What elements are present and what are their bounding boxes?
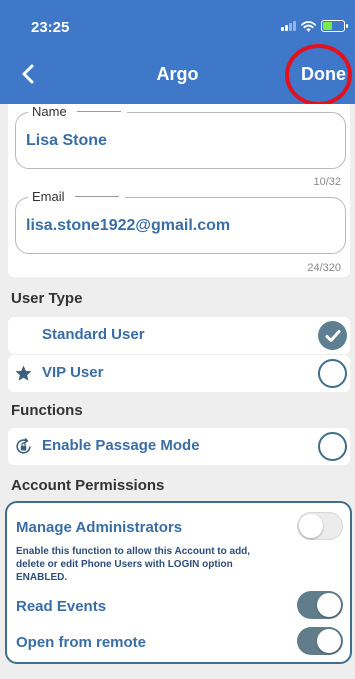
user-type-heading: User Type bbox=[11, 290, 83, 307]
radio-button[interactable] bbox=[318, 432, 347, 461]
read-events-toggle[interactable] bbox=[297, 591, 343, 619]
battery-icon bbox=[321, 20, 348, 32]
radio-button[interactable] bbox=[318, 359, 347, 388]
open-from-remote-label: Open from remote bbox=[16, 634, 147, 651]
name-input[interactable]: Lisa Stone bbox=[26, 132, 107, 150]
status-time: 23:25 bbox=[31, 19, 70, 36]
read-events-label: Read Events bbox=[16, 598, 107, 615]
toggle-knob bbox=[317, 629, 341, 653]
manage-administrators-description: Enable this function to allow this Accou… bbox=[16, 546, 251, 583]
email-char-counter: 24/320 bbox=[307, 262, 341, 274]
done-button[interactable]: Done bbox=[301, 64, 346, 85]
manage-administrators-label: Manage Administrators bbox=[16, 519, 183, 536]
account-permissions-panel: Manage Administrators Enable this functi… bbox=[5, 501, 352, 664]
name-char-counter: 10/32 bbox=[313, 176, 341, 188]
toggle-knob bbox=[299, 514, 323, 538]
cellular-signal-icon bbox=[281, 21, 296, 31]
email-field[interactable]: Email lisa.stone1922@gmail.com bbox=[15, 189, 346, 254]
status-icons bbox=[281, 20, 348, 32]
toggle-knob bbox=[317, 593, 341, 617]
open-from-remote-toggle[interactable] bbox=[297, 627, 343, 655]
account-info-card: Name Lisa Stone 10/32 Email lisa.stone19… bbox=[8, 104, 350, 277]
manage-administrators-toggle[interactable] bbox=[297, 512, 343, 540]
option-label: Standard User bbox=[42, 326, 145, 343]
name-field-label: Name bbox=[28, 104, 127, 119]
function-label: Enable Passage Mode bbox=[42, 437, 200, 454]
selected-check-icon[interactable] bbox=[318, 321, 347, 350]
email-field-label: Email bbox=[28, 189, 125, 204]
user-type-option-vip[interactable]: VIP User bbox=[8, 355, 350, 392]
wifi-icon bbox=[301, 20, 316, 32]
function-passage-mode[interactable]: Enable Passage Mode bbox=[8, 428, 350, 465]
header-bar: 23:25 Argo Done bbox=[0, 0, 355, 104]
passage-lock-icon bbox=[16, 438, 31, 454]
option-label: VIP User bbox=[42, 364, 104, 381]
email-input[interactable]: lisa.stone1922@gmail.com bbox=[26, 217, 230, 235]
name-field[interactable]: Name Lisa Stone bbox=[15, 104, 346, 169]
star-icon bbox=[15, 365, 32, 381]
account-permissions-heading: Account Permissions bbox=[11, 477, 165, 494]
functions-heading: Functions bbox=[11, 402, 83, 419]
user-type-option-standard[interactable]: Standard User bbox=[8, 317, 350, 354]
